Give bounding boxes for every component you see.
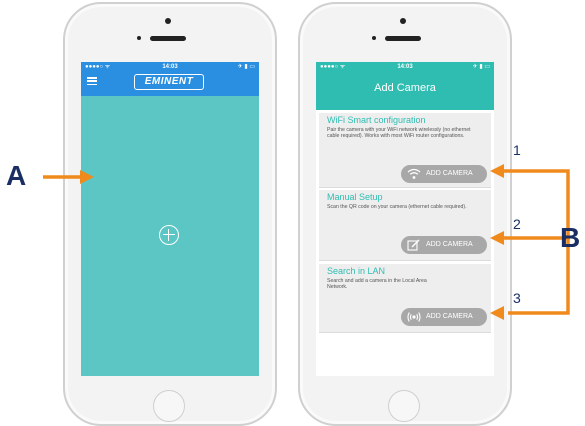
- arrow-a: [43, 170, 94, 184]
- label-2: 2: [513, 216, 521, 232]
- label-1: 1: [513, 142, 521, 158]
- arrow-heads: [490, 164, 504, 320]
- label-3: 3: [513, 290, 521, 306]
- label-a: A: [6, 160, 27, 191]
- label-b: B: [560, 222, 581, 253]
- annotation-arrows: [43, 164, 570, 320]
- arrow-b-bracket: [502, 169, 570, 315]
